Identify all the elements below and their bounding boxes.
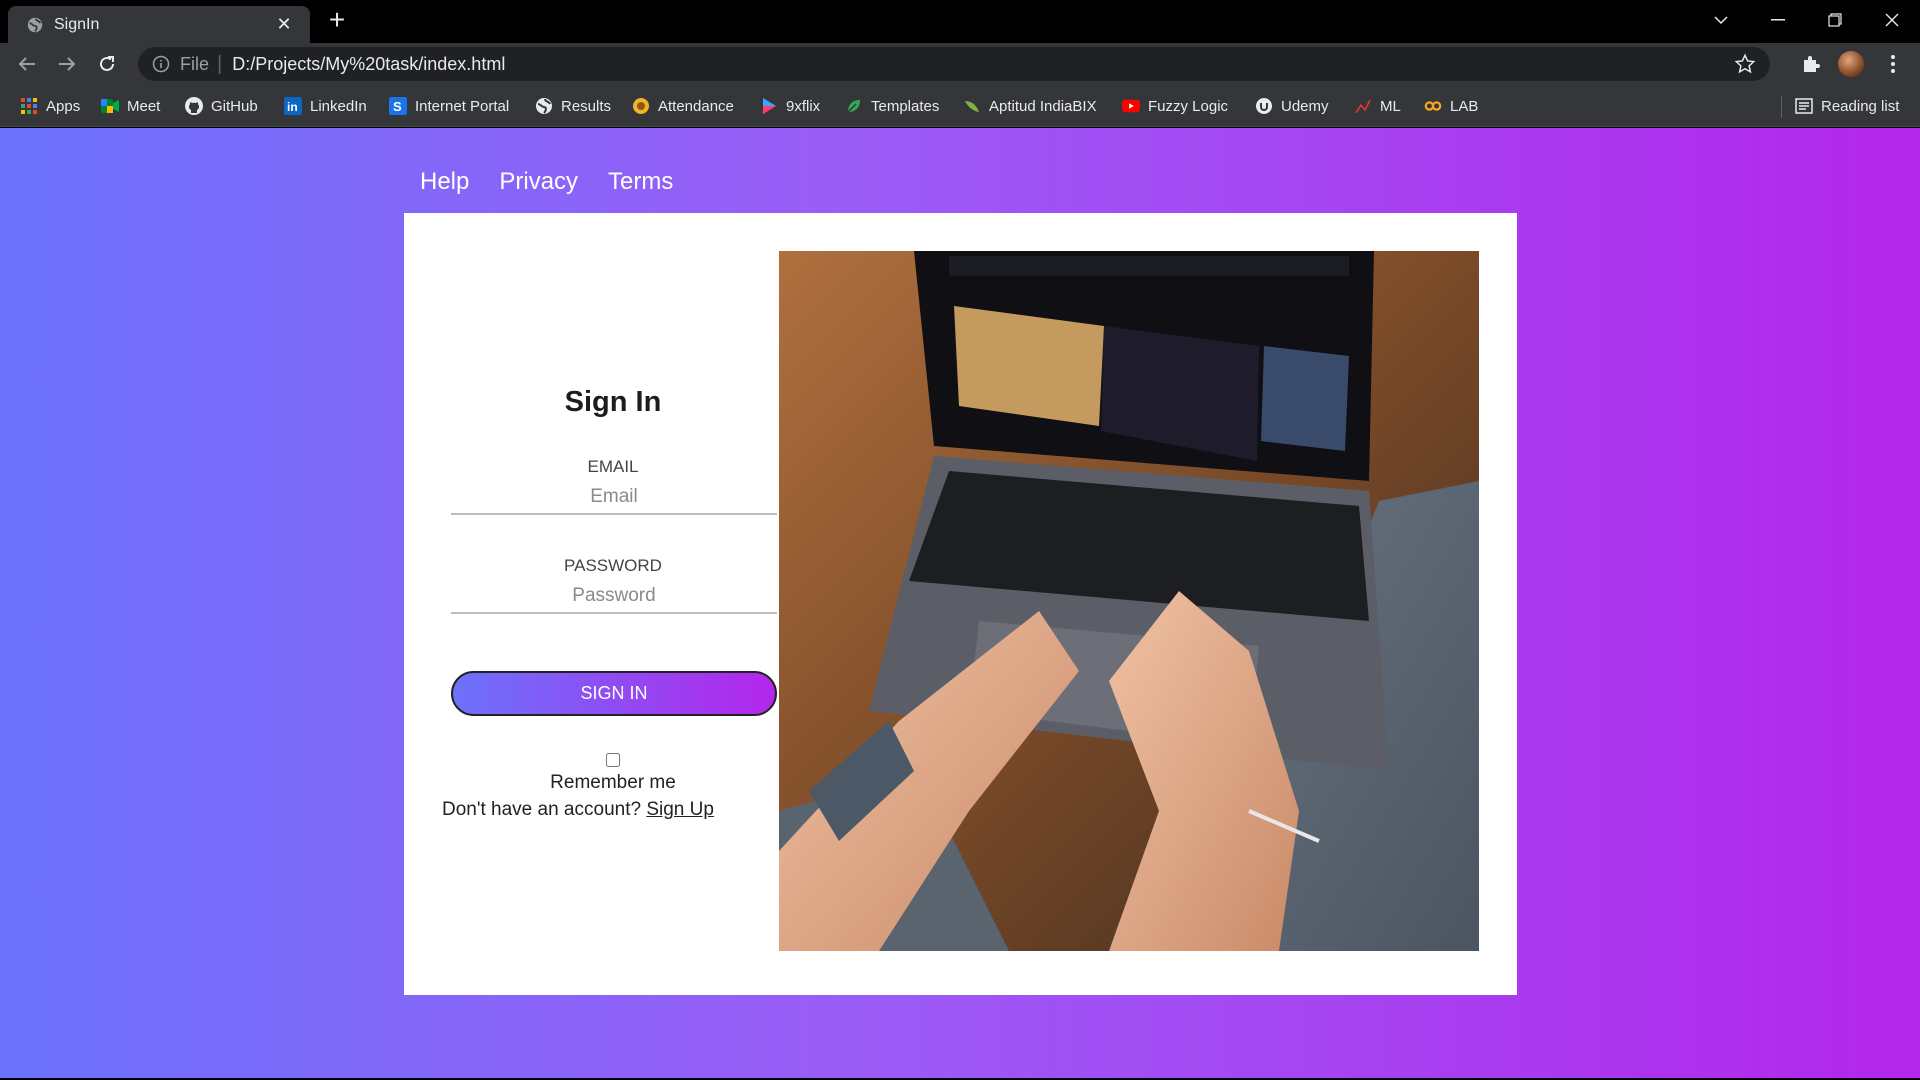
profile-avatar[interactable] (1838, 51, 1864, 77)
bookmark-label: Templates (871, 97, 940, 115)
tab-title: SignIn (54, 15, 100, 33)
close-tab-icon[interactable]: ✕ (274, 14, 294, 35)
forward-arrow-icon[interactable] (52, 49, 82, 79)
new-tab-button[interactable]: + (322, 6, 352, 36)
remember-label: Remember me (550, 772, 676, 793)
nav-help-link[interactable]: Help (420, 168, 469, 196)
bookmark-attendance[interactable]: Attendance (632, 95, 734, 117)
title-bar: SignIn ✕ + (0, 0, 1920, 43)
bookmark-label: LinkedIn (310, 97, 367, 115)
extensions-puzzle-icon[interactable] (1798, 51, 1824, 77)
remember-checkbox-wrap (448, 753, 778, 772)
reload-icon[interactable] (92, 49, 122, 79)
email-field[interactable] (451, 481, 777, 515)
bookmark-9xflix[interactable]: 9xflix (760, 95, 820, 117)
url-scheme: File (180, 53, 210, 74)
globe-icon (535, 97, 553, 115)
github-icon (185, 97, 203, 115)
laptop-photo (779, 251, 1479, 951)
attendance-icon (632, 97, 650, 115)
info-icon[interactable] (152, 55, 170, 73)
leaf-icon (845, 97, 863, 115)
page-background: Help Privacy Terms Sign In EMAIL PASSWOR… (0, 128, 1920, 1078)
url-separator: | (217, 52, 223, 75)
nav-privacy-link[interactable]: Privacy (499, 168, 578, 196)
bookmark-github[interactable]: GitHub (185, 95, 258, 117)
bookmarks-divider (1781, 96, 1782, 118)
url-text[interactable]: D:/Projects/My%20task/index.html (232, 54, 1734, 75)
bookmark-label: Results (561, 97, 612, 115)
email-label: EMAIL (587, 457, 639, 476)
signin-title: Sign In (564, 386, 662, 418)
browser-tab[interactable]: SignIn ✕ (8, 6, 310, 43)
password-label: PASSWORD (564, 556, 662, 575)
signin-card: Sign In EMAIL PASSWORD SIGN IN Remember … (404, 213, 1517, 995)
minimize-icon[interactable] (1749, 0, 1806, 40)
bookmark-internet-portal[interactable]: S Internet Portal (389, 95, 509, 117)
bookmark-udemy[interactable]: Udemy (1255, 95, 1329, 117)
bookmark-label: ML (1380, 97, 1401, 115)
bookmark-lab[interactable]: LAB (1424, 95, 1478, 117)
reading-list-label: Reading list (1821, 97, 1900, 115)
no-account-text: Don't have an account? (442, 799, 642, 820)
bookmark-fuzzy-logic[interactable]: Fuzzy Logic (1122, 95, 1228, 117)
bookmark-results[interactable]: Results (535, 95, 611, 117)
bookmark-label: Udemy (1281, 97, 1329, 115)
bookmark-ml[interactable]: ML (1354, 95, 1401, 117)
infinity-icon (1424, 97, 1442, 115)
bookmark-templates[interactable]: Templates (845, 95, 939, 117)
bookmark-star-icon[interactable] (1734, 53, 1756, 75)
restore-icon[interactable] (1806, 0, 1863, 40)
udemy-icon (1255, 97, 1273, 115)
bookmark-label: Apps (46, 97, 81, 115)
bookmark-label: LAB (1450, 97, 1479, 115)
close-window-icon[interactable] (1863, 0, 1920, 40)
svg-text:S: S (393, 99, 402, 114)
signin-button[interactable]: SIGN IN (451, 671, 777, 716)
bookmark-meet[interactable]: Meet (101, 95, 160, 117)
bookmark-label: Meet (127, 97, 161, 115)
linkedin-icon: in (284, 97, 302, 115)
kebab-menu-icon[interactable] (1880, 51, 1906, 77)
nav-terms-link[interactable]: Terms (608, 168, 673, 196)
bookmark-aptitud-indiabix[interactable]: Aptitud IndiaBIX (963, 95, 1097, 117)
bookmark-label: GitHub (211, 97, 258, 115)
youtube-icon (1122, 97, 1140, 115)
address-bar[interactable]: File | D:/Projects/My%20task/index.html (138, 47, 1770, 81)
portal-icon: S (389, 97, 407, 115)
browser-toolbar: File | D:/Projects/My%20task/index.html (0, 43, 1920, 85)
apps-grid-icon (20, 97, 38, 115)
meet-icon (101, 97, 119, 115)
svg-text:in: in (287, 100, 298, 114)
back-arrow-icon[interactable] (12, 49, 42, 79)
top-nav: Help Privacy Terms (420, 168, 673, 196)
play-icon (760, 97, 778, 115)
bookmark-label: Attendance (658, 97, 734, 115)
bookmark-label: Fuzzy Logic (1148, 97, 1229, 115)
tab-search-icon[interactable] (1692, 0, 1749, 40)
password-field[interactable] (451, 580, 777, 614)
remember-checkbox[interactable] (606, 753, 620, 767)
chart-icon (1354, 97, 1372, 115)
bookmark-label: 9xflix (786, 97, 821, 115)
bookmark-label: Aptitud IndiaBIX (989, 97, 1097, 115)
laptop-illustration (779, 251, 1479, 951)
bookmark-label: Internet Portal (415, 97, 510, 115)
signup-link[interactable]: Sign Up (646, 799, 714, 820)
reading-list-icon (1795, 97, 1813, 115)
leaf-icon (963, 97, 981, 115)
signup-prompt: Don't have an account? Sign Up (442, 799, 714, 821)
bookmark-linkedin[interactable]: in LinkedIn (284, 95, 367, 117)
globe-icon (27, 17, 43, 32)
bookmark-apps[interactable]: Apps (20, 95, 80, 117)
reading-list-button[interactable]: Reading list (1795, 95, 1899, 117)
bookmarks-bar: Apps Meet GitHub in LinkedIn S Internet … (0, 85, 1920, 127)
